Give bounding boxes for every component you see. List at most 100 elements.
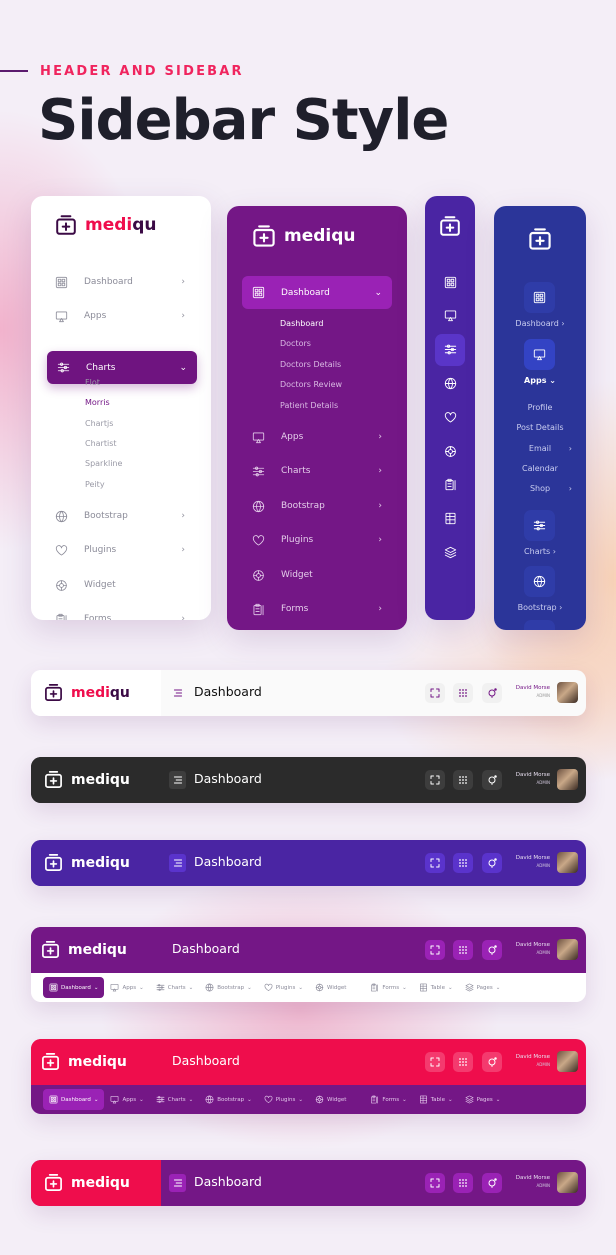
brand-logo[interactable]: mediqu — [252, 224, 356, 248]
notifications-button[interactable] — [482, 1173, 502, 1193]
nav-item-apps[interactable]: Apps ⌄ — [104, 1089, 149, 1110]
fullscreen-button[interactable] — [425, 1173, 445, 1193]
avatar[interactable] — [557, 939, 578, 960]
apps-grid-button[interactable] — [453, 770, 473, 790]
compact-nav-label[interactable]: Bootstrap › — [494, 603, 586, 612]
nav-item-forms[interactable]: Forms ⌄ — [364, 977, 412, 998]
user-info[interactable]: David Morse ADMIN — [516, 1175, 550, 1188]
brand-logo[interactable]: mediqu — [44, 1173, 130, 1192]
mini-nav-button[interactable] — [435, 435, 465, 467]
nav-item-forms[interactable]: Forms ⌄ — [364, 1089, 412, 1110]
avatar[interactable] — [557, 1051, 578, 1072]
menu-toggle-button[interactable] — [169, 854, 186, 872]
nav-item-bootstrap[interactable]: Bootstrap ⌄ — [199, 1089, 257, 1110]
sidebar-item-apps[interactable]: Apps › — [55, 309, 195, 323]
fullscreen-button[interactable] — [425, 770, 445, 790]
sidebar-item-plugins[interactable]: Plugins › — [55, 543, 195, 557]
user-info[interactable]: David Morse ADMIN — [516, 942, 550, 955]
submenu-item[interactable]: Flot — [85, 378, 100, 387]
brand-logo[interactable]: mediqu — [41, 940, 127, 959]
nav-item-bootstrap[interactable]: Bootstrap ⌄ — [199, 977, 257, 998]
brand-logo[interactable]: mediqu — [41, 1052, 127, 1071]
notifications-button[interactable] — [482, 770, 502, 790]
fullscreen-button[interactable] — [425, 683, 445, 703]
sidebar-item-widget[interactable]: Widget — [55, 578, 195, 592]
nav-item-widget[interactable]: Widget — [309, 1089, 352, 1110]
submenu-item[interactable]: Doctors Details — [280, 360, 341, 369]
avatar[interactable] — [557, 682, 578, 703]
nav-item-plugins[interactable]: Plugins ⌄ — [258, 977, 309, 998]
nav-item-pages[interactable]: Pages ⌄ — [459, 977, 507, 998]
submenu-item[interactable]: Calendar — [494, 464, 586, 473]
submenu-item[interactable]: Doctors — [280, 339, 311, 348]
brand-logo[interactable]: mediqu — [44, 853, 130, 872]
nav-item-apps[interactable]: Apps ⌄ — [104, 977, 149, 998]
fullscreen-button[interactable] — [425, 940, 445, 960]
user-info[interactable]: David Morse ADMIN — [516, 1054, 550, 1067]
submenu-item[interactable]: Post Details — [494, 423, 586, 432]
submenu-item[interactable]: Sparkline — [85, 459, 122, 468]
user-info[interactable]: David Morse ADMIN — [516, 772, 550, 785]
fullscreen-button[interactable] — [425, 1052, 445, 1072]
compact-nav-button[interactable] — [524, 566, 555, 597]
nav-item-dashboard[interactable]: Dashboard ⌄ — [43, 977, 105, 998]
nav-item-widget[interactable]: Widget — [309, 977, 352, 998]
brand-logo[interactable]: mediqu — [55, 214, 157, 236]
avatar[interactable] — [557, 852, 578, 873]
sidebar-item-apps[interactable]: Apps › — [252, 430, 392, 444]
submenu-item[interactable]: Chartist — [85, 439, 117, 448]
nav-item-table[interactable]: Table ⌄ — [413, 977, 459, 998]
brand-logo[interactable] — [439, 215, 461, 237]
mini-nav-button[interactable] — [435, 300, 465, 332]
fullscreen-button[interactable] — [425, 853, 445, 873]
brand-logo[interactable]: mediqu — [44, 683, 130, 702]
nav-item-charts[interactable]: Charts ⌄ — [150, 977, 200, 998]
sidebar-item-plugins[interactable]: Plugins › — [252, 533, 392, 547]
apps-grid-button[interactable] — [453, 1173, 473, 1193]
mini-nav-button[interactable] — [435, 401, 465, 433]
avatar[interactable] — [557, 769, 578, 790]
mini-nav-button[interactable] — [435, 367, 465, 399]
submenu-item[interactable]: Patient Details — [280, 401, 338, 410]
sidebar-item-charts[interactable]: Charts ⌄ — [47, 351, 197, 384]
mini-nav-button[interactable] — [435, 503, 465, 535]
mini-nav-button[interactable] — [435, 469, 465, 501]
sidebar-item-bootstrap[interactable]: Bootstrap › — [252, 499, 392, 513]
nav-item-plugins[interactable]: Plugins ⌄ — [258, 1089, 309, 1110]
nav-item-table[interactable]: Table ⌄ — [413, 1089, 459, 1110]
submenu-item[interactable]: Email › — [494, 444, 586, 453]
notifications-button[interactable] — [482, 940, 502, 960]
brand-logo[interactable] — [528, 227, 552, 251]
notifications-button[interactable] — [482, 1052, 502, 1072]
avatar[interactable] — [557, 1172, 578, 1193]
submenu-item[interactable]: Peity — [85, 480, 105, 489]
apps-grid-button[interactable] — [453, 683, 473, 703]
sidebar-item-bootstrap[interactable]: Bootstrap › — [55, 509, 195, 523]
apps-grid-button[interactable] — [453, 1052, 473, 1072]
sidebar-item-widget[interactable]: Widget — [252, 568, 392, 582]
menu-toggle-button[interactable] — [169, 1174, 186, 1192]
user-info[interactable]: David Morse ADMIN — [516, 685, 550, 698]
user-info[interactable]: David Morse ADMIN — [516, 855, 550, 868]
apps-grid-button[interactable] — [453, 940, 473, 960]
compact-nav-label[interactable]: Charts › — [494, 547, 586, 556]
sidebar-item-dashboard[interactable]: Dashboard ⌄ — [242, 276, 392, 309]
nav-item-pages[interactable]: Pages ⌄ — [459, 1089, 507, 1110]
notifications-button[interactable] — [482, 683, 502, 703]
apps-grid-button[interactable] — [453, 853, 473, 873]
mini-nav-button[interactable] — [435, 266, 465, 298]
compact-nav-button[interactable] — [524, 282, 555, 313]
sidebar-item-charts[interactable]: Charts › — [252, 464, 392, 478]
submenu-item[interactable]: Chartjs — [85, 419, 113, 428]
compact-nav-button[interactable] — [524, 339, 555, 370]
sidebar-item-forms[interactable]: Forms › — [252, 602, 392, 616]
submenu-item[interactable]: Dashboard — [280, 319, 323, 328]
nav-item-charts[interactable]: Charts ⌄ — [150, 1089, 200, 1110]
submenu-item[interactable]: Shop › — [494, 484, 586, 493]
menu-toggle-button[interactable] — [169, 771, 186, 789]
sidebar-item-dashboard[interactable]: Dashboard › — [55, 275, 195, 289]
compact-nav-button[interactable] — [524, 620, 555, 630]
compact-nav-button[interactable] — [524, 510, 555, 541]
brand-logo[interactable]: mediqu — [44, 770, 130, 789]
notifications-button[interactable] — [482, 853, 502, 873]
